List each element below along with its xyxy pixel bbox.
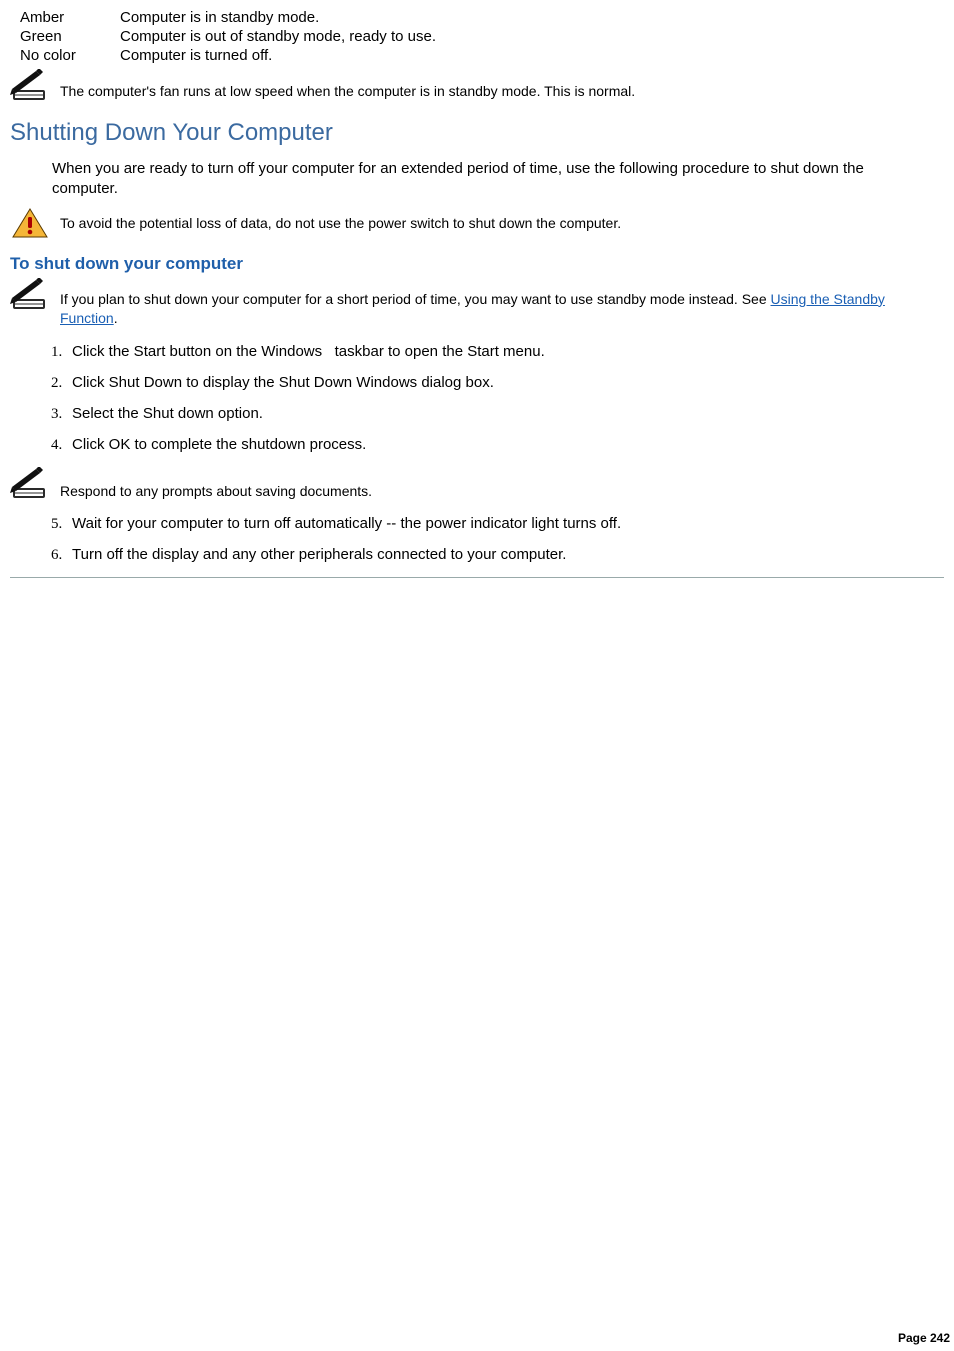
note-prompts: Respond to any prompts about saving docu…: [10, 467, 944, 499]
status-desc: Computer is out of standby mode, ready t…: [118, 27, 438, 46]
status-label: Amber: [18, 8, 118, 27]
intro-paragraph: When you are ready to turn off your comp…: [52, 159, 932, 200]
table-row: Amber Computer is in standby mode.: [18, 8, 438, 27]
divider: [10, 577, 944, 578]
warning-icon: [12, 208, 48, 238]
pen-note-icon: [10, 467, 54, 499]
status-label: No color: [18, 46, 118, 65]
pen-note-icon: [10, 69, 54, 101]
list-item: Wait for your computer to turn off autom…: [66, 515, 944, 532]
steps-list-continued: Wait for your computer to turn off autom…: [40, 515, 944, 563]
list-item: Click OK to complete the shutdown proces…: [66, 436, 944, 453]
list-item: Click Shut Down to display the Shut Down…: [66, 374, 944, 391]
status-label: Green: [18, 27, 118, 46]
warning-note: To avoid the potential loss of data, do …: [12, 208, 944, 238]
pen-note-icon: [10, 278, 54, 310]
list-item: Click the Start button on the Windows ta…: [66, 343, 944, 360]
status-desc: Computer is turned off.: [118, 46, 438, 65]
note-standby: If you plan to shut down your computer f…: [10, 278, 944, 329]
subheading-shutdown: To shut down your computer: [10, 254, 944, 274]
status-table: Amber Computer is in standby mode. Green…: [18, 8, 438, 65]
table-row: Green Computer is out of standby mode, r…: [18, 27, 438, 46]
list-item: Turn off the display and any other perip…: [66, 546, 944, 563]
status-desc: Computer is in standby mode.: [118, 8, 438, 27]
list-item: Select the Shut down option.: [66, 405, 944, 422]
note-text: If you plan to shut down your computer f…: [60, 278, 944, 329]
note-fan: The computer's fan runs at low speed whe…: [10, 69, 944, 101]
page-number: Page 242: [898, 1331, 950, 1345]
table-row: No color Computer is turned off.: [18, 46, 438, 65]
heading-shutdown: Shutting Down Your Computer: [10, 119, 944, 147]
steps-list: Click the Start button on the Windows ta…: [40, 343, 944, 453]
note-text: Respond to any prompts about saving docu…: [60, 483, 372, 499]
note-text: The computer's fan runs at low speed whe…: [60, 83, 635, 101]
warning-text: To avoid the potential loss of data, do …: [60, 215, 621, 231]
